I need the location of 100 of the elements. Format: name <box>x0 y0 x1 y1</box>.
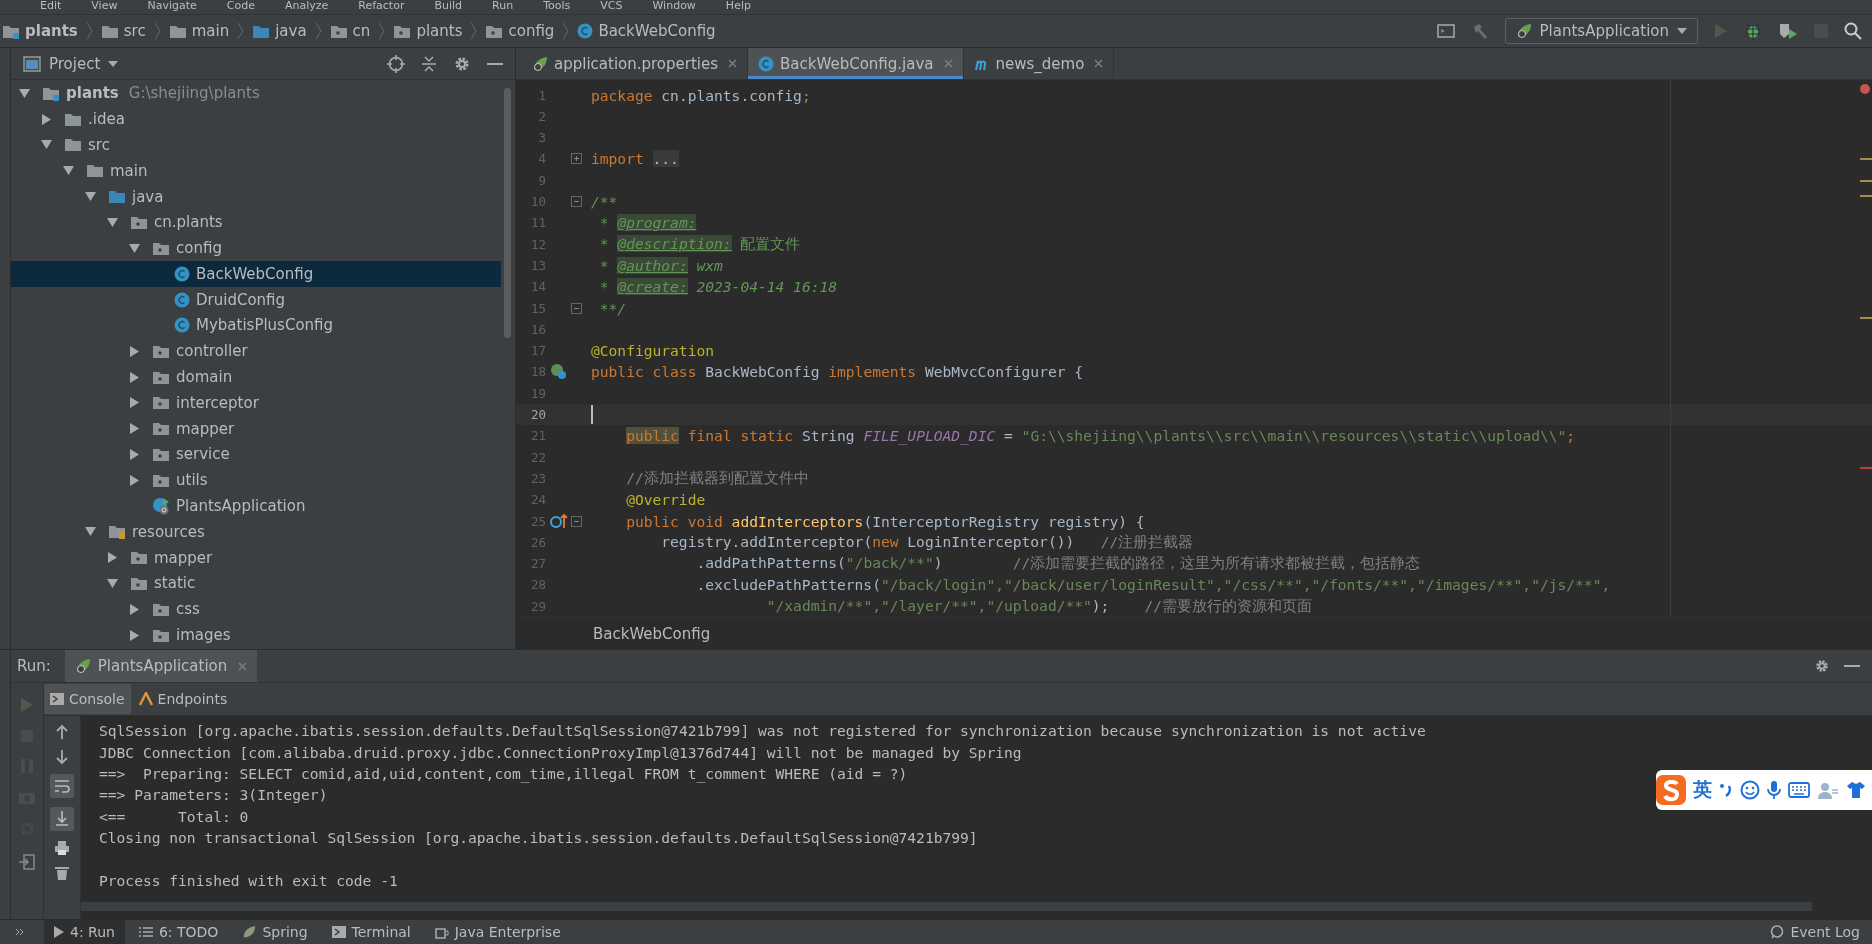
bug-icon[interactable] <box>1744 22 1762 41</box>
breadcrumb-item[interactable]: plants <box>25 22 78 41</box>
tree-item[interactable]: java <box>11 183 501 210</box>
collapsed-arrow-icon[interactable] <box>41 113 52 125</box>
fold-icon[interactable] <box>571 153 582 165</box>
menu-item[interactable]: Analyze <box>284 0 329 14</box>
menu-item[interactable]: Navigate <box>147 0 197 14</box>
trash-icon[interactable] <box>55 865 69 882</box>
down-arrow-icon[interactable] <box>55 749 69 766</box>
expanded-arrow-icon[interactable] <box>107 577 118 589</box>
locate-icon[interactable] <box>387 54 405 73</box>
expanded-arrow-icon[interactable] <box>19 87 30 99</box>
code-editor[interactable] <box>516 80 1872 618</box>
tool-window-button[interactable]: Java Enterprise <box>424 920 571 944</box>
tree-item[interactable]: controller <box>11 338 501 365</box>
more-icon[interactable] <box>15 928 25 936</box>
close-icon[interactable] <box>1094 59 1104 69</box>
print-icon[interactable] <box>54 840 70 857</box>
tree-item[interactable]: interceptor <box>11 390 501 416</box>
menu-item[interactable]: VCS <box>600 0 623 14</box>
warning-marker[interactable] <box>1860 158 1872 161</box>
menu-item[interactable]: Code <box>226 0 255 14</box>
expanded-arrow-icon[interactable] <box>85 526 96 538</box>
editor-tab[interactable]: BackWebConfig.java <box>748 48 964 80</box>
search-icon[interactable] <box>1844 22 1862 41</box>
tree-item[interactable]: css <box>11 596 501 623</box>
expanded-arrow-icon[interactable] <box>41 139 52 151</box>
menu-item[interactable]: Tools <box>543 0 571 14</box>
scroll-to-end-icon[interactable] <box>50 807 74 832</box>
tree-item[interactable]: mapper <box>11 544 501 571</box>
expanded-arrow-icon[interactable] <box>129 242 140 254</box>
tree-item[interactable]: src <box>11 132 501 158</box>
menu-item[interactable]: Run <box>492 0 514 14</box>
up-arrow-icon[interactable] <box>55 724 69 741</box>
tree-item[interactable]: PlantsApplication <box>11 493 501 519</box>
tree-item[interactable]: BackWebConfig <box>11 261 501 287</box>
menu-item[interactable]: Build <box>434 0 463 14</box>
warning-marker[interactable] <box>1860 180 1872 183</box>
tree-item[interactable]: plants G:\shejiing\plants <box>11 80 501 107</box>
settings-icon[interactable] <box>1814 658 1830 675</box>
collapsed-arrow-icon[interactable] <box>129 448 140 460</box>
warning-marker[interactable] <box>1860 317 1872 320</box>
shirt-icon[interactable] <box>1846 781 1866 800</box>
punctuation-icon[interactable] <box>1719 782 1733 799</box>
tree-item[interactable]: domain <box>11 364 501 390</box>
login-icon[interactable] <box>19 854 35 871</box>
run-tab[interactable]: PlantsApplication <box>64 650 258 683</box>
console-tab[interactable]: Endpoints <box>132 684 234 715</box>
expanded-arrow-icon[interactable] <box>107 216 118 228</box>
smiley-icon[interactable] <box>1740 780 1760 801</box>
tree-item[interactable]: resources <box>11 518 501 545</box>
tree-item[interactable]: DruidConfig <box>11 286 501 313</box>
project-view-dropdown[interactable]: Project <box>23 54 119 73</box>
tree-item[interactable]: MybatisPlusConfig <box>11 312 501 339</box>
event-log-button[interactable]: Event Log <box>1770 924 1872 940</box>
menu-item[interactable]: Edit <box>40 0 62 14</box>
tree-item[interactable]: .idea <box>11 106 501 132</box>
breadcrumb-item[interactable]: BackWebConfig <box>598 22 716 41</box>
breadcrumb-item[interactable]: plants <box>416 22 463 41</box>
collapsed-arrow-icon[interactable] <box>129 603 140 615</box>
scrollbar[interactable] <box>504 88 511 339</box>
menu-item[interactable]: View <box>91 0 118 14</box>
breadcrumb-item[interactable]: main <box>191 22 230 41</box>
tool-window-button[interactable]: 4: Run <box>44 920 125 944</box>
close-icon[interactable] <box>728 59 738 69</box>
editor-tab[interactable]: news_demo <box>963 48 1115 80</box>
tree-item[interactable]: service <box>11 441 501 468</box>
tool-window-button[interactable]: 6: TODO <box>128 920 229 944</box>
language-mode-toggle[interactable]: 英 <box>1693 777 1712 804</box>
breadcrumb-item[interactable]: cn <box>352 22 371 41</box>
collapsed-arrow-icon[interactable] <box>129 345 140 357</box>
menu-item[interactable]: Refactor <box>358 0 405 14</box>
menu-item[interactable]: Help <box>725 0 751 14</box>
breadcrumb-item[interactable]: java <box>275 22 307 41</box>
tree-item[interactable]: utils <box>11 467 501 494</box>
fold-icon[interactable] <box>571 302 582 314</box>
layout-icon[interactable] <box>1436 23 1455 40</box>
tree-item[interactable]: cn.plants <box>11 209 501 236</box>
microphone-icon[interactable] <box>1767 780 1781 801</box>
breadcrumb-item[interactable]: config <box>508 22 555 41</box>
tree-item[interactable]: config <box>11 235 501 261</box>
run-configuration-dropdown[interactable]: PlantsApplication <box>1504 18 1698 45</box>
collapsed-arrow-icon[interactable] <box>107 552 118 564</box>
menu-item[interactable]: Window <box>652 0 696 14</box>
fold-icon[interactable] <box>571 515 582 527</box>
collapsed-arrow-icon[interactable] <box>129 423 140 435</box>
bean-icon[interactable] <box>549 362 568 381</box>
tree-item[interactable]: main <box>11 157 501 184</box>
expanded-arrow-icon[interactable] <box>85 191 96 202</box>
error-marker[interactable] <box>1860 467 1872 470</box>
fold-icon[interactable] <box>571 196 582 208</box>
tool-window-button[interactable]: Terminal <box>321 920 421 944</box>
collapsed-arrow-icon[interactable] <box>129 397 140 409</box>
keyboard-icon[interactable] <box>1788 782 1810 799</box>
tree-item[interactable]: static <box>11 570 501 597</box>
tool-window-button[interactable]: Spring <box>232 920 318 944</box>
soft-wrap-icon[interactable] <box>50 774 74 799</box>
structure-breadcrumb[interactable]: BackWebConfig <box>593 624 711 643</box>
override-icon[interactable] <box>549 513 568 529</box>
collapsed-arrow-icon[interactable] <box>129 629 140 641</box>
